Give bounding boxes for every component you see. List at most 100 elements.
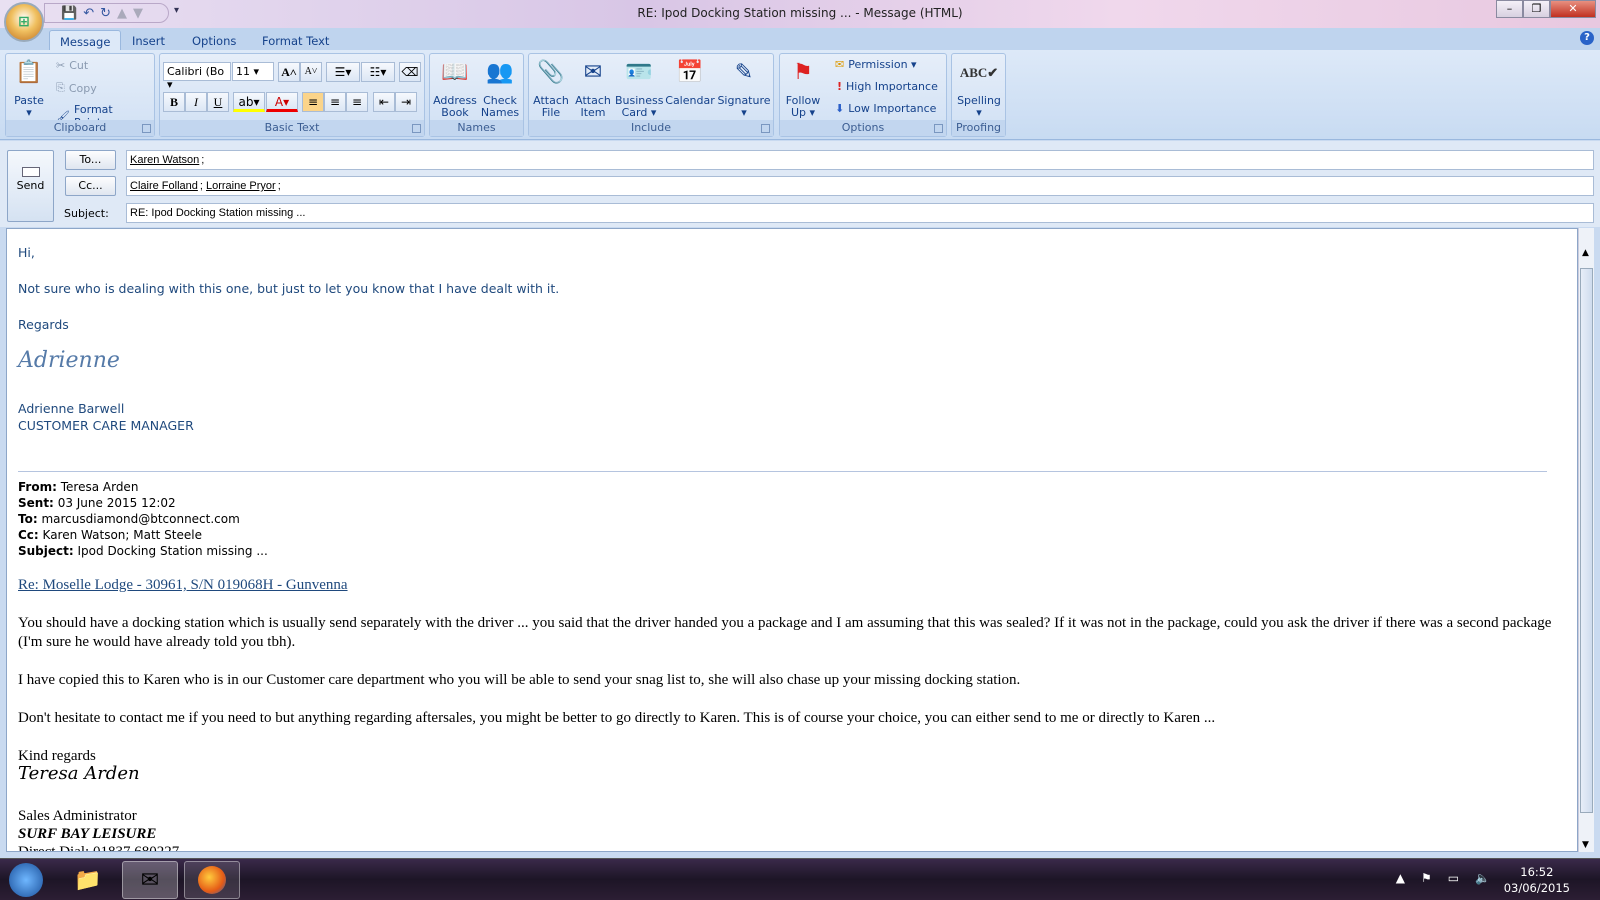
dialog-launcher-icon[interactable] (412, 124, 421, 133)
flag-icon[interactable]: ⚑ (1421, 871, 1432, 885)
signature-icon: ✎ (734, 60, 754, 85)
close-button[interactable]: ✕ (1550, 0, 1596, 18)
windows-icon (9, 863, 43, 897)
business-card-button[interactable]: 🪪 Business Card ▾ (615, 57, 664, 119)
kind-regards: Kind regards (18, 748, 96, 764)
signature-button[interactable]: ✎ Signature ▾ (717, 57, 771, 119)
taskbar-explorer[interactable]: 📁 (60, 861, 116, 899)
italic-button[interactable]: I (185, 92, 207, 112)
high-importance-button[interactable]: ! High Importance (837, 80, 938, 93)
font-name-select[interactable]: Calibri (Bo ▾ (163, 62, 231, 91)
calendar-button[interactable]: 📅 Calendar (665, 57, 715, 107)
office-button[interactable]: ⊞ (4, 2, 44, 42)
follow-up-button[interactable]: ⚑ Follow Up ▾ (783, 57, 823, 119)
subject-label: Subject: (64, 207, 109, 220)
volume-icon[interactable]: 🔈 (1475, 871, 1490, 885)
subject-field[interactable]: RE: Ipod Docking Station missing ... (126, 203, 1594, 223)
check-names-button[interactable]: 👥 Check Names (478, 57, 522, 119)
increase-indent-button[interactable]: ⇥ (395, 92, 417, 112)
clock[interactable]: 16:52 03/06/2015 (1504, 864, 1570, 896)
show-hidden-icons[interactable]: ▲ (1396, 871, 1405, 885)
numbering-button[interactable]: ☷▾ (361, 62, 395, 82)
dialog-launcher-icon[interactable] (761, 124, 770, 133)
divider (18, 471, 1547, 472)
center-button[interactable]: ≡ (324, 92, 346, 112)
taskbar-outlook[interactable]: ✉ (122, 861, 178, 899)
window-title: RE: Ipod Docking Station missing ... - M… (637, 6, 963, 20)
send-button[interactable]: Send (7, 150, 54, 222)
paragraph: Don't hesitate to contact me if you need… (18, 710, 1216, 726)
outlook-icon: ✉ (140, 867, 160, 893)
recipient[interactable]: Lorraine Pryor (206, 180, 276, 192)
paragraph: I have copied this to Karen who is in ou… (18, 672, 1021, 688)
include-label: Include (529, 120, 773, 136)
align-right-button[interactable]: ≡ (346, 92, 368, 112)
options-label: Options (780, 120, 946, 136)
network-icon[interactable]: ▭ (1448, 871, 1459, 885)
address-book-button[interactable]: 📖 Address Book (433, 57, 477, 119)
bold-button[interactable]: B (163, 92, 185, 112)
font-color-button[interactable]: A▾ (266, 92, 298, 112)
include-group: 📎 Attach File ✉ Attach Item 🪪 Business Card ▾ … (528, 53, 774, 137)
orig-cc: Cc: Karen Watson; Matt Steele (18, 528, 202, 542)
recipient[interactable]: Karen Watson (130, 154, 199, 166)
scroll-up-icon[interactable]: ▲ (1582, 248, 1589, 258)
tab-options[interactable]: Options (182, 30, 246, 50)
body-line: Not sure who is dealing with this one, b… (18, 281, 560, 296)
grow-font-button[interactable]: A˄ (278, 62, 300, 82)
cc-button[interactable]: Cc... (65, 176, 116, 196)
spelling-button[interactable]: ABC✔ Spelling ▾ (955, 57, 1003, 119)
check-names-icon: 👥 (486, 60, 514, 85)
restore-button[interactable]: ❐ (1523, 0, 1550, 18)
taskbar-firefox[interactable] (184, 861, 240, 899)
start-button[interactable] (2, 861, 50, 899)
paste-button[interactable]: 📋 Paste ▾ (9, 57, 49, 119)
send-icon (22, 167, 40, 177)
scroll-thumb[interactable] (1580, 268, 1593, 813)
taskbar: 📁 ✉ ▲ ⚑ ▭ 🔈 16:52 03/06/2015 (0, 858, 1600, 900)
tab-message[interactable]: Message (49, 30, 122, 50)
direct-dial: Direct Dial: 01837 680227 (18, 844, 180, 852)
copy-button[interactable]: ⎘ Copy (56, 81, 97, 95)
clipboard-group: 📋Paste▾ ✂Cut ⎘Copy 🖌Format Painter Clipb… (5, 53, 155, 137)
dialog-launcher-icon[interactable] (142, 124, 151, 133)
shrink-font-button[interactable]: A˅ (300, 62, 322, 82)
help-icon[interactable]: ? (1580, 31, 1594, 45)
bullets-button[interactable]: ☰▾ (326, 62, 360, 82)
dialog-launcher-icon[interactable] (934, 124, 943, 133)
align-left-button[interactable]: ≡ (302, 92, 324, 112)
permission-button[interactable]: ✉ Permission ▾ (835, 58, 917, 71)
ribbon: 📋Paste▾ ✂Cut ⎘Copy 🖌Format Painter Clipb… (0, 50, 1600, 140)
message-body[interactable]: Hi, Not sure who is dealing with this on… (6, 228, 1578, 852)
message-header: Send To... Cc... Subject: Karen Watson; … (0, 141, 1600, 227)
cc-field[interactable]: Claire Folland; Lorraine Pryor; (126, 176, 1594, 196)
to-field[interactable]: Karen Watson; (126, 150, 1594, 170)
clear-formatting-button[interactable]: ⌫ (399, 62, 421, 82)
minimize-button[interactable]: – (1496, 0, 1523, 18)
down-arrow-icon: ⬇ (835, 102, 845, 115)
names-group: 📖 Address Book 👥 Check Names Names (429, 53, 524, 137)
attach-file-button[interactable]: 📎 Attach File (531, 57, 571, 119)
low-importance-button[interactable]: ⬇ Low Importance (835, 102, 936, 115)
reference-link[interactable]: Re: Moselle Lodge - 30961, S/N 019068H -… (18, 576, 348, 595)
spelling-icon: ABC✔ (959, 65, 999, 80)
tab-format-text[interactable]: Format Text (252, 30, 339, 50)
underline-button[interactable]: U (207, 92, 229, 112)
exclamation-icon: ! (837, 80, 843, 93)
time: 16:52 (1520, 865, 1554, 879)
orig-sent: Sent: 03 June 2015 12:02 (18, 496, 176, 510)
clipboard-label: Clipboard (6, 120, 154, 136)
cut-button[interactable]: ✂ Cut (56, 59, 88, 72)
sender-title: CUSTOMER CARE MANAGER (18, 418, 194, 433)
company: SURF BAY LEISURE (18, 826, 157, 842)
highlight-button[interactable]: ab▾ (233, 92, 265, 112)
attach-item-button[interactable]: ✉ Attach Item (573, 57, 613, 119)
vertical-scrollbar[interactable]: ▲ ▼ (1578, 228, 1594, 852)
paste-label: Paste (14, 94, 44, 107)
tab-insert[interactable]: Insert (122, 30, 175, 50)
scroll-down-icon[interactable]: ▼ (1582, 840, 1589, 850)
to-button[interactable]: To... (65, 150, 116, 170)
font-size-select[interactable]: 11 ▾ (232, 62, 274, 81)
recipient[interactable]: Claire Folland (130, 180, 198, 192)
decrease-indent-button[interactable]: ⇤ (373, 92, 395, 112)
